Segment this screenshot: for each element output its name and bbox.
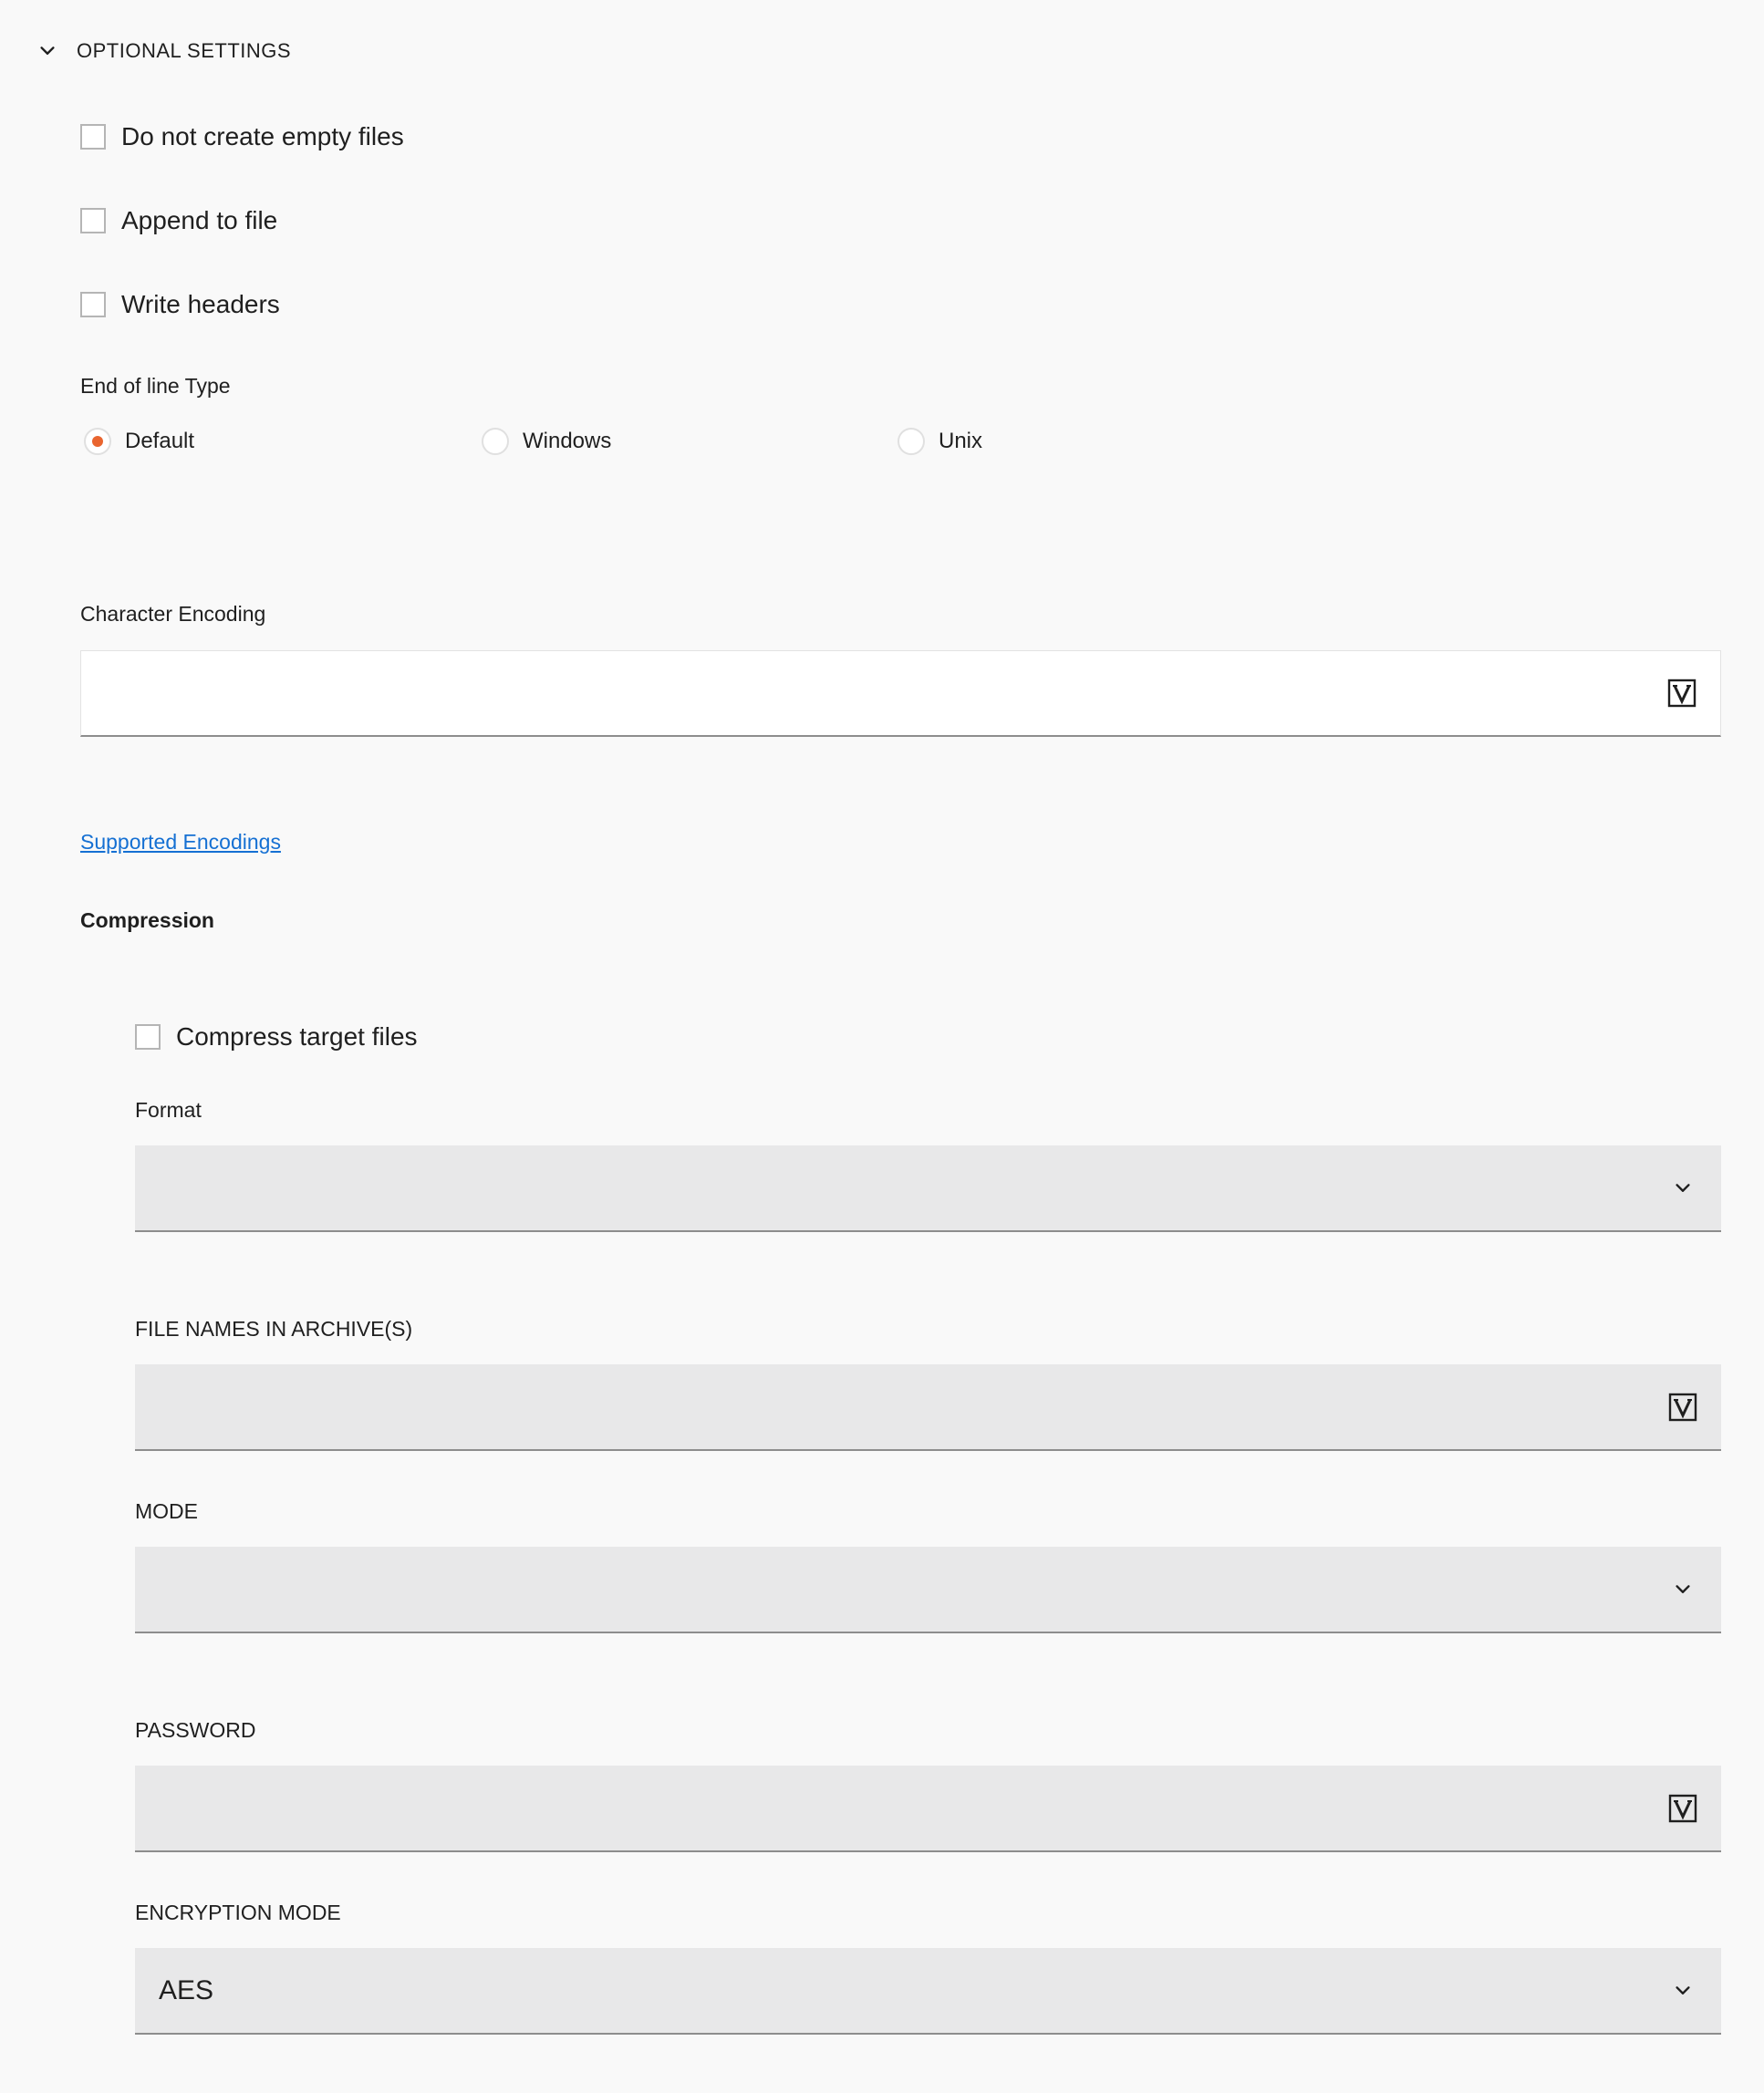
format-label: Format xyxy=(135,1098,202,1122)
checkbox-write-headers[interactable]: Write headers xyxy=(80,286,280,323)
checkbox-label: Write headers xyxy=(121,290,280,318)
radio-windows[interactable]: Windows xyxy=(482,423,611,460)
file-names-in-archive-label: FILE NAMES IN ARCHIVE(S) xyxy=(135,1317,413,1341)
character-encoding-input[interactable] xyxy=(81,651,1667,735)
checkbox-append-to-file[interactable]: Append to file xyxy=(80,202,277,239)
optional-settings-toggle[interactable]: OPTIONAL SETTINGS xyxy=(33,33,291,69)
mode-label: MODE xyxy=(135,1499,198,1523)
character-encoding-label: Character Encoding xyxy=(80,602,266,626)
variable-icon[interactable] xyxy=(1668,1794,1697,1823)
checkbox-no-empty-files[interactable]: Do not create empty files xyxy=(80,119,404,155)
radio-button[interactable] xyxy=(482,428,509,455)
chevron-down-icon xyxy=(33,36,62,66)
encryption-mode-select[interactable]: AES xyxy=(135,1948,1721,2035)
checkbox-label: Do not create empty files xyxy=(121,122,404,150)
radio-label: Windows xyxy=(523,429,612,453)
chevron-down-icon[interactable] xyxy=(1668,1976,1697,2005)
checkbox-box[interactable] xyxy=(80,208,106,233)
radio-label: Unix xyxy=(939,429,983,453)
radio-button[interactable] xyxy=(84,428,111,455)
radio-button[interactable] xyxy=(898,428,925,455)
format-select[interactable] xyxy=(135,1145,1721,1232)
encryption-mode-value: AES xyxy=(159,1974,214,2005)
section-title: OPTIONAL SETTINGS xyxy=(77,39,292,62)
variable-icon[interactable] xyxy=(1667,679,1697,708)
compression-heading: Compression xyxy=(80,908,214,932)
checkbox-label: Compress target files xyxy=(176,1022,418,1051)
password-label: PASSWORD xyxy=(135,1718,256,1742)
password-input[interactable] xyxy=(135,1766,1668,1850)
supported-encodings-link[interactable]: Supported Encodings xyxy=(80,830,281,855)
chevron-down-icon[interactable] xyxy=(1668,1174,1697,1203)
checkbox-box[interactable] xyxy=(80,124,106,150)
checkbox-box[interactable] xyxy=(135,1024,161,1050)
variable-icon[interactable] xyxy=(1668,1393,1697,1422)
end-of-line-label: End of line Type xyxy=(80,374,231,398)
checkbox-box[interactable] xyxy=(80,292,106,317)
password-field[interactable] xyxy=(135,1766,1721,1852)
radio-selected-dot xyxy=(92,436,103,447)
radio-unix[interactable]: Unix xyxy=(898,423,982,460)
character-encoding-field[interactable] xyxy=(80,650,1721,737)
encryption-mode-label: ENCRYPTION MODE xyxy=(135,1901,341,1924)
checkbox-label: Append to file xyxy=(121,206,278,234)
radio-label: Default xyxy=(125,429,195,453)
radio-default[interactable]: Default xyxy=(84,423,194,460)
file-names-in-archive-field[interactable] xyxy=(135,1364,1721,1451)
chevron-down-icon[interactable] xyxy=(1668,1575,1697,1604)
file-names-in-archive-input[interactable] xyxy=(135,1364,1668,1449)
checkbox-compress-target-files[interactable]: Compress target files xyxy=(135,1019,418,1055)
mode-select[interactable] xyxy=(135,1547,1721,1633)
